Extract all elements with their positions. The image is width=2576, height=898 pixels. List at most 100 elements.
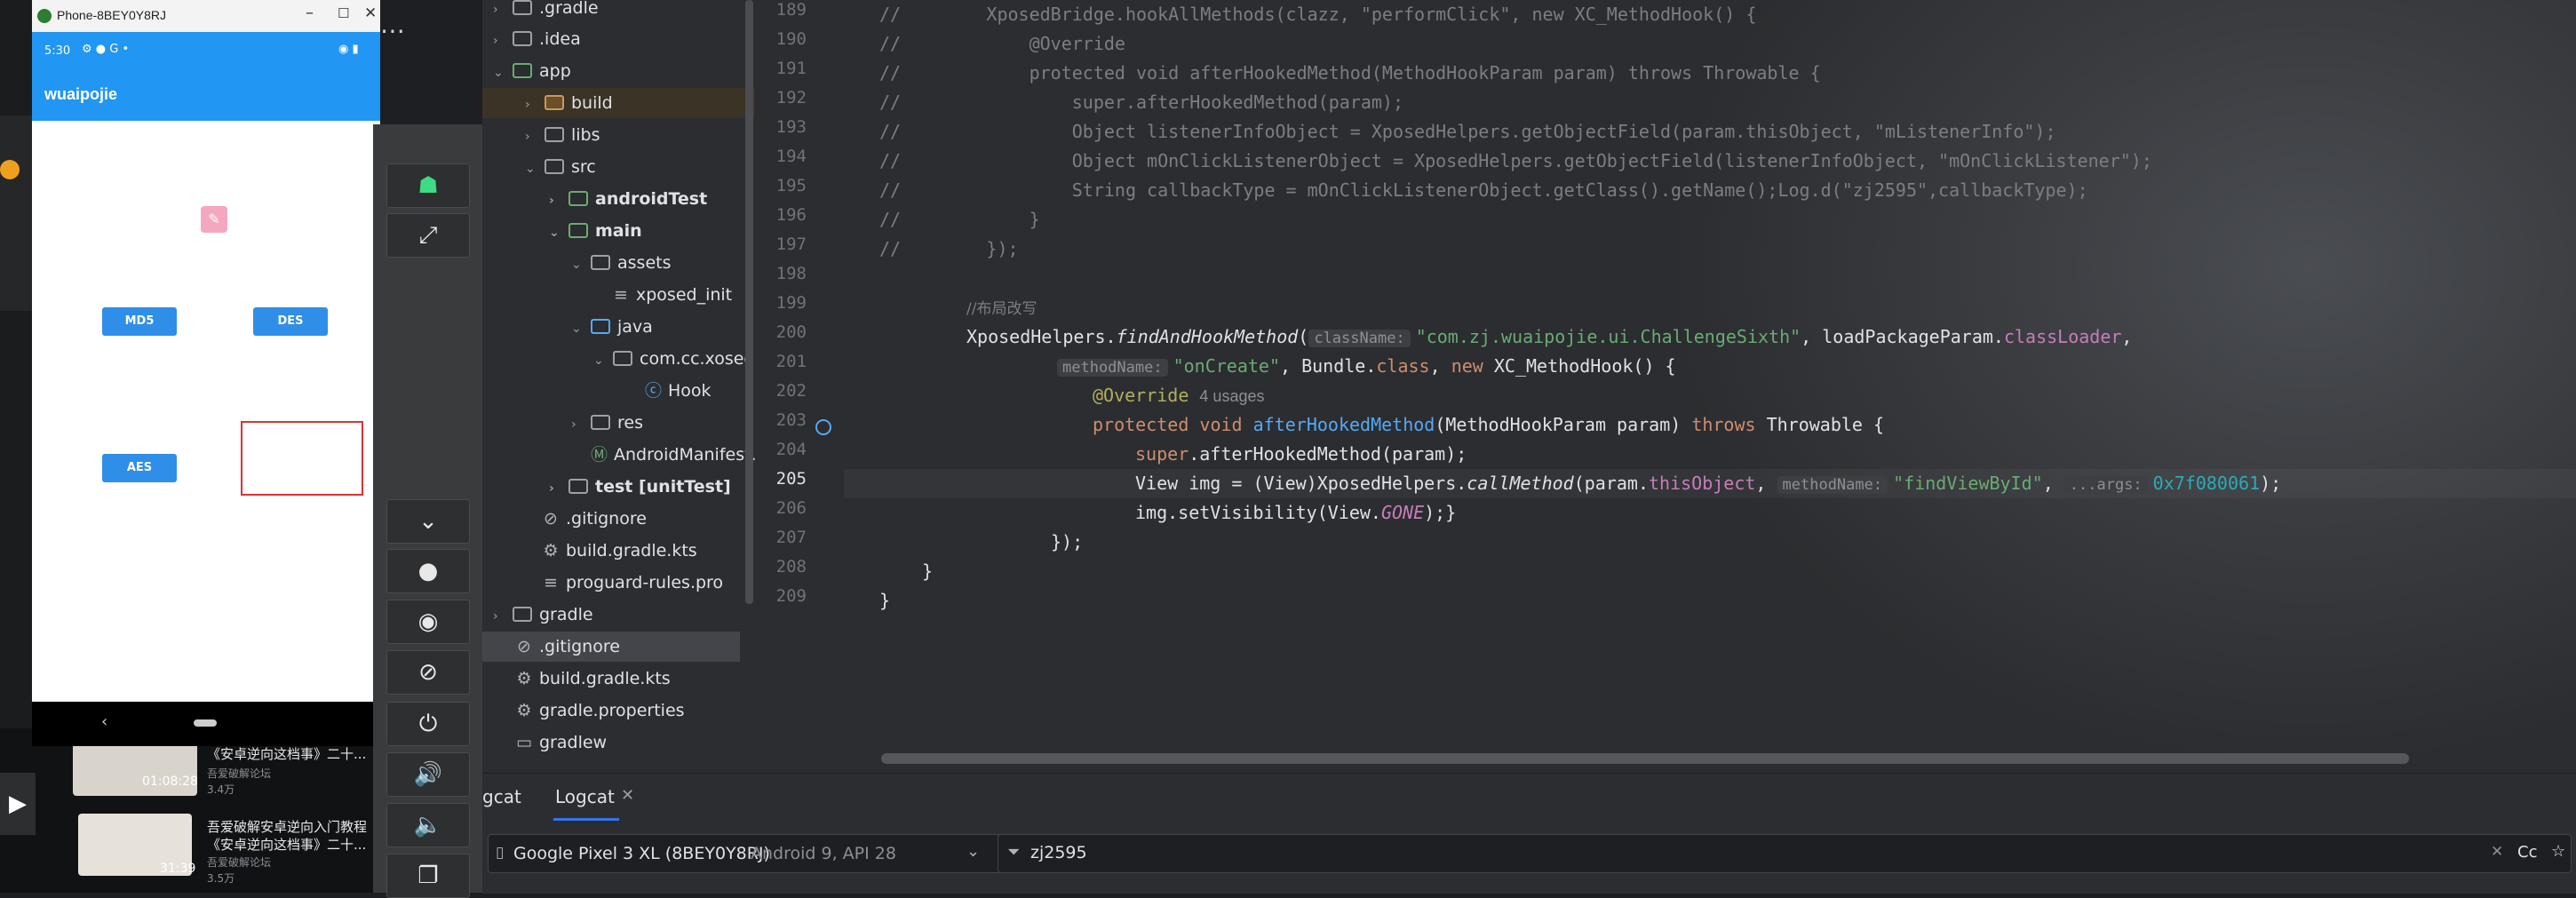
- chevron-down-icon[interactable]: ⌄: [571, 250, 591, 280]
- code-line: //布局改写: [966, 293, 1037, 322]
- code-token: Throwable {: [1755, 414, 1885, 435]
- volume-up-icon[interactable]: 🔊: [386, 752, 470, 797]
- override-gutter-icon[interactable]: [815, 419, 831, 435]
- code-token-string: "onCreate": [1173, 355, 1281, 377]
- chevron-down-icon[interactable]: ⌄: [571, 314, 591, 344]
- tree-item[interactable]: › res: [571, 408, 643, 438]
- aes-button[interactable]: AES: [102, 454, 177, 482]
- clear-icon[interactable]: ✕: [2491, 843, 2503, 861]
- eye-icon[interactable]: ◉: [386, 600, 470, 644]
- project-tree[interactable]: › .gradle › .idea ⌄ app › build › libs ⌄ src ›…: [482, 0, 755, 773]
- line-number: 203: [775, 410, 807, 430]
- filter-icon: ⏷: [1007, 843, 1021, 862]
- des-button[interactable]: DES: [253, 307, 328, 336]
- maximize-icon[interactable]: ☐: [338, 5, 349, 21]
- chevron-right-icon[interactable]: ›: [549, 473, 568, 504]
- video-list[interactable]: ▶ 01:08:28 《安卓逆向这档事》二十... 吾爱破解论坛 3.4万 31…: [0, 728, 373, 893]
- gradle-file-icon: ⚙: [516, 669, 532, 688]
- tree-item-label: androidTest: [595, 189, 708, 209]
- tree-item[interactable]: ⌄ assets: [571, 248, 671, 278]
- phone-emulator[interactable]: Phone-8BEY0Y8RJ – ☐ ✕ 5:30 ⚙ ● G • ◉ ▮ w…: [32, 0, 380, 746]
- class-icon: ⓒ: [645, 381, 663, 401]
- chevron-right-icon[interactable]: ›: [549, 186, 568, 216]
- volume-down-icon[interactable]: 🔈: [386, 803, 470, 847]
- line-number: 202: [775, 381, 807, 401]
- video-title[interactable]: 《安卓逆向这档事》二十...: [207, 744, 366, 763]
- tree-item[interactable]: › test [unitTest]: [549, 472, 731, 502]
- tree-item[interactable]: › androidTest: [549, 184, 707, 214]
- code-editor[interactable]: 189 190 191 192 193 194 195 196 197 198 …: [755, 0, 2576, 773]
- code-line: // @Override: [879, 33, 1125, 54]
- chevron-right-icon[interactable]: ›: [571, 409, 591, 440]
- usages-hint[interactable]: 4 usages: [1199, 387, 1264, 405]
- chevron-down-icon[interactable]: ⌄: [525, 154, 545, 184]
- tree-item[interactable]: ⚙ gradle.properties: [516, 695, 684, 726]
- line-number: 206: [775, 498, 807, 518]
- tree-item[interactable]: ⌄ com.cc.xosedd: [593, 344, 755, 374]
- chevron-right-icon[interactable]: ›: [525, 90, 545, 120]
- folder-icon: [513, 31, 532, 46]
- chevron-down-icon[interactable]: ⌄: [593, 346, 613, 376]
- filter-field[interactable]: ⏷ zj2595 ✕ Cc ☆: [998, 834, 2572, 873]
- tree-item[interactable]: ⌄ app: [493, 56, 571, 86]
- tree-item[interactable]: › .idea: [493, 24, 581, 54]
- chevron-right-icon[interactable]: ›: [493, 26, 513, 56]
- tab-logcat[interactable]: Logcat: [555, 786, 615, 807]
- video-title[interactable]: 吾爱破解安卓逆向入门教程: [207, 817, 367, 836]
- star-icon[interactable]: ☆: [2551, 842, 2565, 861]
- tree-item-label: main: [595, 221, 642, 241]
- video-title[interactable]: 《安卓逆向这档事》二十...: [207, 835, 366, 854]
- line-number: 196: [775, 205, 807, 225]
- match-case-toggle[interactable]: Cc: [2517, 843, 2537, 862]
- tree-item[interactable]: ⊘ .gitignore: [543, 504, 647, 534]
- tree-item[interactable]: ⚙ build.gradle.kts: [543, 536, 696, 566]
- emulator-titlebar[interactable]: Phone-8BEY0Y8RJ – ☐ ✕: [32, 0, 380, 33]
- fullscreen-icon[interactable]: ⤢: [386, 213, 470, 258]
- tree-item[interactable]: › gradle: [493, 600, 593, 630]
- back-icon[interactable]: ‹: [101, 712, 107, 731]
- line-number: 195: [775, 176, 807, 195]
- collapse-icon[interactable]: ⌄: [386, 499, 470, 544]
- android-icon[interactable]: ☗: [386, 163, 470, 208]
- more-icon[interactable]: ⋯: [380, 16, 405, 45]
- tree-item[interactable]: Ⓜ AndroidManifest...: [591, 440, 755, 470]
- line-number: 194: [775, 147, 807, 166]
- copy-icon[interactable]: ❐: [386, 854, 470, 898]
- eye-off-icon[interactable]: ⊘: [386, 650, 470, 695]
- minimize-icon[interactable]: –: [306, 4, 314, 22]
- chevron-down-icon[interactable]: ⌄: [549, 218, 568, 248]
- code-token: );}: [1424, 502, 1457, 523]
- tree-item[interactable]: ≡ xposed_init: [613, 280, 732, 310]
- chevron-down-icon[interactable]: ⌄: [493, 58, 513, 88]
- close-icon[interactable]: ✕: [364, 4, 377, 22]
- tree-item[interactable]: ≡ proguard-rules.pro: [543, 568, 723, 598]
- md5-button[interactable]: MD5: [102, 307, 177, 336]
- line-number: 197: [775, 234, 807, 254]
- tree-item-selected[interactable]: ⊘ .gitignore: [482, 632, 740, 662]
- tree-item[interactable]: ⌄ java: [571, 312, 653, 342]
- horizontal-scrollbar[interactable]: [881, 753, 2409, 764]
- tree-item[interactable]: ▭ gradlew: [516, 727, 607, 758]
- video-views: 3.4万: [207, 783, 235, 796]
- tree-item[interactable]: ⌄ main: [549, 216, 642, 246]
- chevron-right-icon[interactable]: ›: [493, 0, 513, 25]
- tree-item[interactable]: ⚙ build.gradle.kts: [516, 664, 670, 694]
- chevron-down-icon[interactable]: ⌄: [966, 842, 980, 861]
- record-icon[interactable]: ●: [386, 549, 470, 593]
- tree-scrollbar[interactable]: [745, 0, 753, 604]
- tree-item[interactable]: › build: [482, 88, 755, 118]
- close-icon[interactable]: ✕: [621, 786, 634, 805]
- gear-icon: ⚙: [516, 701, 532, 720]
- power-icon[interactable]: ⏻: [386, 702, 470, 746]
- chevron-right-icon[interactable]: ›: [525, 122, 545, 152]
- tree-item-label: Hook: [668, 381, 712, 401]
- chevron-right-icon[interactable]: ›: [493, 601, 513, 632]
- tree-item[interactable]: › .gradle: [493, 0, 599, 23]
- home-pill-icon[interactable]: [194, 719, 217, 727]
- play-icon[interactable]: ▶: [0, 773, 36, 835]
- tab-logcat-partial[interactable]: gcat: [482, 786, 521, 807]
- tree-item[interactable]: ⌄ src: [525, 152, 596, 182]
- code-line: // XposedBridge.hookAllMethods(clazz, "p…: [879, 4, 1757, 25]
- tree-item[interactable]: ⓒ Hook: [645, 376, 712, 406]
- tree-item[interactable]: › libs: [525, 120, 600, 150]
